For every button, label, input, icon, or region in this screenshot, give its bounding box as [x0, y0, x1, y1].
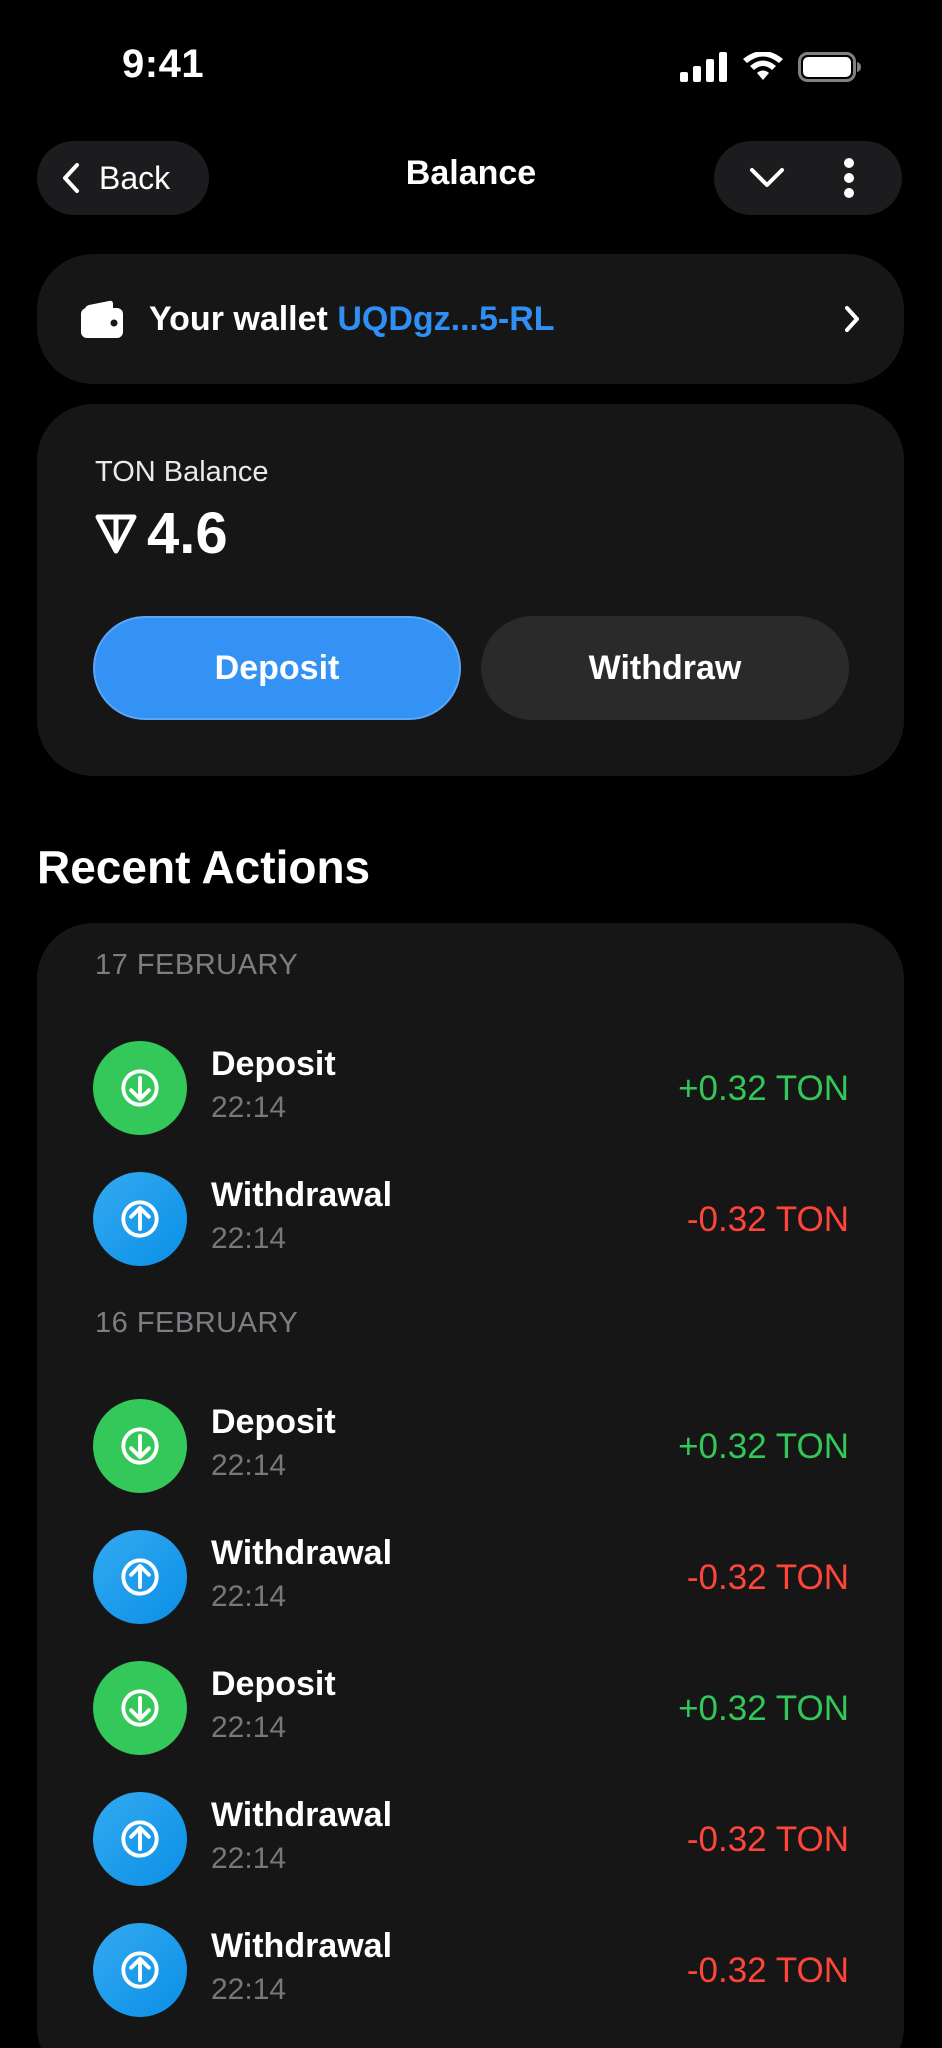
transaction-time: 22:14	[211, 1449, 287, 1482]
ton-logo-icon	[95, 514, 137, 553]
transaction-amount: +0.32 TON	[678, 1689, 849, 1728]
arrow-up-circle-icon	[121, 1558, 159, 1596]
transaction-row[interactable]: Deposit 22:14 +0.32 TON	[93, 1661, 849, 1757]
transaction-row[interactable]: Withdrawal 22:14 -0.32 TON	[93, 1792, 849, 1888]
transaction-title: Withdrawal	[211, 1176, 393, 1214]
recent-actions-list: 17 FEBRUARY Deposit 22:14 +0.32 TON Withdraw…	[37, 923, 904, 2048]
back-button-label: Back	[99, 159, 171, 196]
back-button[interactable]: Back	[37, 141, 209, 215]
transaction-amount: -0.32 TON	[686, 1951, 849, 1990]
chevron-right-icon	[845, 306, 859, 332]
transaction-amount: +0.32 TON	[678, 1427, 849, 1466]
balance-value: 4.6	[147, 501, 228, 566]
wallet-text: Your wallet UQDgz...5-RL	[149, 300, 844, 339]
transaction-title: Withdrawal	[211, 1927, 393, 1965]
withdraw-icon-badge	[93, 1923, 187, 2017]
withdraw-icon-badge	[93, 1172, 187, 1266]
deposit-icon-badge	[93, 1661, 187, 1755]
date-group-header: 16 FEBRUARY	[95, 1307, 299, 1339]
wallet-icon	[81, 300, 123, 338]
wallet-card[interactable]: Your wallet UQDgz...5-RL	[37, 254, 904, 384]
wallet-address: UQDgz...5-RL	[337, 299, 555, 338]
date-group-header: 17 FEBRUARY	[95, 949, 299, 981]
transaction-row[interactable]: Withdrawal 22:14 -0.32 TON	[93, 1923, 849, 2019]
chevron-left-icon	[63, 163, 79, 193]
transaction-title: Deposit	[211, 1403, 336, 1441]
transaction-amount: -0.32 TON	[686, 1558, 849, 1597]
battery-icon	[798, 52, 861, 82]
more-button[interactable]	[814, 148, 884, 208]
transaction-time: 22:14	[211, 1222, 287, 1255]
cellular-signal-icon	[680, 52, 727, 82]
transaction-title: Deposit	[211, 1665, 336, 1703]
chevron-down-icon	[750, 168, 784, 187]
transaction-time: 22:14	[211, 1973, 287, 2006]
withdraw-button[interactable]: Withdraw	[481, 616, 849, 720]
arrow-down-circle-icon	[121, 1427, 159, 1465]
transaction-time: 22:14	[211, 1580, 287, 1613]
arrow-down-circle-icon	[121, 1689, 159, 1727]
arrow-up-circle-icon	[121, 1951, 159, 1989]
transaction-amount: +0.32 TON	[678, 1069, 849, 1108]
transaction-row[interactable]: Withdrawal 22:14 -0.32 TON	[93, 1172, 849, 1268]
withdraw-icon-badge	[93, 1530, 187, 1624]
arrow-down-circle-icon	[121, 1069, 159, 1107]
transaction-amount: -0.32 TON	[686, 1200, 849, 1239]
transaction-time: 22:14	[211, 1091, 287, 1124]
transaction-row[interactable]: Deposit 22:14 +0.32 TON	[93, 1399, 849, 1495]
transaction-row[interactable]: Withdrawal 22:14 -0.32 TON	[93, 1530, 849, 1626]
recent-actions-title: Recent Actions	[37, 841, 371, 893]
withdraw-icon-badge	[93, 1792, 187, 1886]
transaction-title: Deposit	[211, 1045, 336, 1083]
balance-card: TON Balance 4.6 Deposit Withdraw	[37, 404, 904, 776]
arrow-up-circle-icon	[121, 1820, 159, 1858]
more-vertical-icon	[844, 158, 854, 198]
transaction-amount: -0.32 TON	[686, 1820, 849, 1859]
transaction-time: 22:14	[211, 1711, 287, 1744]
status-bar: 9:41	[0, 0, 942, 140]
transaction-row[interactable]: Deposit 22:14 +0.32 TON	[93, 1041, 849, 1137]
wallet-label: Your wallet	[149, 299, 328, 338]
status-time: 9:41	[122, 42, 205, 86]
collapse-button[interactable]	[732, 148, 802, 208]
deposit-icon-badge	[93, 1041, 187, 1135]
wifi-icon	[743, 52, 783, 80]
transaction-time: 22:14	[211, 1842, 287, 1875]
balance-label: TON Balance	[95, 456, 269, 488]
deposit-icon-badge	[93, 1399, 187, 1493]
balance-amount: 4.6	[95, 500, 228, 567]
deposit-button[interactable]: Deposit	[93, 616, 461, 720]
transaction-title: Withdrawal	[211, 1796, 393, 1834]
status-icons	[680, 52, 862, 82]
nav-actions	[714, 141, 902, 215]
arrow-up-circle-icon	[121, 1200, 159, 1238]
transaction-title: Withdrawal	[211, 1534, 393, 1572]
